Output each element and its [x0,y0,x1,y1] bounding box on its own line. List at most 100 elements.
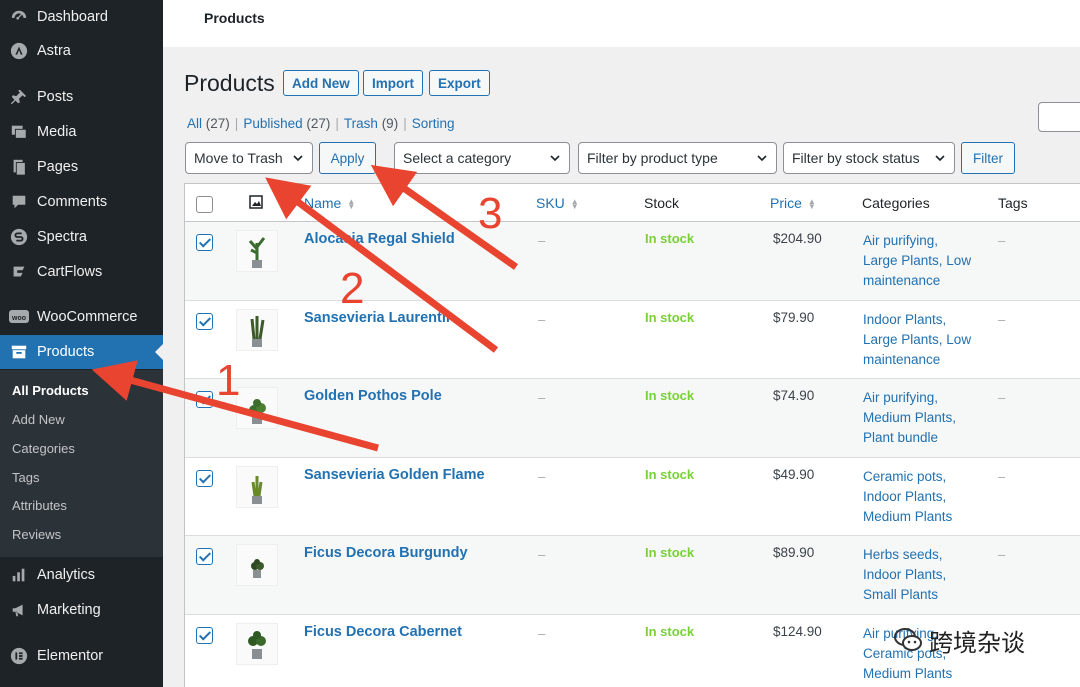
product-thumbnail[interactable] [236,465,278,508]
category-link[interactable]: Large Plants, Low [863,251,988,271]
filter-sorting-link[interactable]: Sorting [412,116,455,131]
sidebar-item-pages[interactable]: Pages [0,150,163,184]
column-header-name[interactable]: Name ▲ ▼ [304,195,355,211]
row-checkbox[interactable] [196,312,213,330]
search-input[interactable] [1038,102,1080,132]
sidebar-item-woocommerce[interactable]: woo WooCommerce [0,300,163,334]
sidebar-item-dashboard[interactable]: Dashboard [0,0,163,34]
product-thumbnail[interactable] [236,308,278,351]
product-type-select[interactable]: Filter by product type [578,142,777,174]
category-link[interactable]: Indoor Plants, [863,565,988,585]
row-checkbox[interactable] [196,234,213,251]
header-title: Products [204,10,265,26]
submenu-add-new[interactable]: Add New [12,412,65,427]
product-tags: – [998,547,1006,562]
sidebar-item-label: Astra [37,43,71,59]
stock-status-select[interactable]: Filter by stock status [783,142,955,174]
category-link[interactable]: Herbs seeds, [863,545,988,565]
sidebar-item-comments[interactable]: Comments [0,185,163,219]
sidebar-item-label: WooCommerce [37,309,138,325]
filter-published-link[interactable]: Published [243,116,302,131]
category-link[interactable]: maintenance [863,350,988,370]
category-link[interactable]: Air purifying, [863,388,988,408]
column-header-sku[interactable]: SKU ▲ ▼ [536,195,579,211]
row-checkbox[interactable] [196,626,213,644]
sidebar-item-label: Pages [37,159,79,175]
product-name-link[interactable]: Sansevieria Golden Flame [304,467,485,483]
category-link[interactable]: Ceramic pots, [863,467,988,487]
export-button[interactable]: Export [429,70,490,96]
sidebar-item-elementor[interactable]: Elementor [0,639,163,673]
sidebar-item-astra[interactable]: Astra [0,34,163,68]
category-link[interactable]: Medium Plants, [863,408,988,428]
column-sku-label: SKU [536,195,565,211]
product-categories: Indoor Plants, Large Plants, Low mainten… [863,310,988,370]
filter-trash-link[interactable]: Trash [344,116,378,131]
submenu-attributes[interactable]: Attributes [12,498,67,513]
page-title: Products [184,70,275,96]
submenu-tags[interactable]: Tags [12,470,39,485]
sidebar-item-analytics[interactable]: Analytics [0,558,163,592]
wechat-icon [894,628,922,651]
product-sku: – [538,390,546,405]
column-price-label: Price [770,195,802,211]
status-filter-links: All (27) | Published (27) | Trash (9) | Sortin… [187,116,454,131]
category-select[interactable]: Select a category [394,142,570,174]
filter-button[interactable]: Filter [961,142,1015,174]
stock-status: In stock [645,388,695,403]
row-checkbox[interactable] [196,469,213,487]
product-price: $89.90 [773,545,815,560]
category-link[interactable]: Indoor Plants, [863,487,988,507]
page-icon [9,157,29,177]
product-price: $124.90 [773,623,822,639]
sidebar-item-label: Media [37,124,77,140]
table-row: Golden Pothos Pole – In stock $74.90 Air… [185,379,1080,458]
sort-icon: ▲ ▼ [807,197,816,212]
sidebar-item-marketing[interactable]: Marketing [0,593,163,627]
column-header-price[interactable]: Price ▲ ▼ [770,195,816,211]
category-link[interactable]: maintenance [863,271,988,291]
product-name-link[interactable]: Sansevieria Laurentii [304,310,450,326]
product-thumbnail[interactable] [236,387,278,429]
woo-icon: woo [9,307,29,327]
stock-status-value: Filter by stock status [792,150,920,166]
import-button[interactable]: Import [363,70,423,96]
submenu-all-products[interactable]: All Products [12,383,89,398]
category-link[interactable]: Air purifying, [863,231,988,251]
category-link[interactable]: Small Plants [863,585,988,605]
sidebar-item-spectra[interactable]: Spectra [0,220,163,254]
category-link[interactable]: Plant bundle [863,428,988,448]
product-categories: Air purifying, Large Plants, Low mainten… [863,231,988,291]
select-all-checkbox[interactable] [196,196,213,213]
product-thumbnail[interactable] [236,230,278,272]
row-checkbox[interactable] [196,391,213,408]
category-link[interactable]: Large Plants, Low [863,330,988,350]
product-thumbnail[interactable] [236,622,278,665]
product-categories: Ceramic pots, Indoor Plants, Medium Plan… [863,467,988,527]
product-sku: – [538,311,546,327]
add-new-button[interactable]: Add New [283,70,359,96]
sidebar-item-cartflows[interactable]: CartFlows [0,255,163,289]
archive-icon [9,342,29,362]
product-thumbnail[interactable] [236,544,278,586]
product-name-link[interactable]: Alocasia Regal Shield [304,231,455,247]
submenu-reviews[interactable]: Reviews [12,527,61,542]
product-sku: – [538,233,546,248]
sidebar-item-media[interactable]: Media [0,115,163,149]
sidebar-item-products[interactable]: Products [0,335,163,369]
bulk-action-select[interactable]: Move to Trash [185,142,313,174]
chevron-down-icon [935,155,945,162]
product-name-link[interactable]: Ficus Decora Cabernet [304,624,462,640]
filter-all-link[interactable]: All [187,116,202,131]
column-header-stock: Stock [644,195,680,211]
apply-button[interactable]: Apply [319,142,376,174]
row-checkbox[interactable] [196,548,213,565]
sidebar-item-posts[interactable]: Posts [0,80,163,114]
product-name-link[interactable]: Ficus Decora Burgundy [304,545,468,561]
category-link[interactable]: Indoor Plants, [863,310,988,330]
megaphone-icon [9,600,29,620]
category-link[interactable]: Medium Plants [863,507,988,527]
category-link[interactable]: Medium Plants [863,664,988,684]
product-name-link[interactable]: Golden Pothos Pole [304,388,442,404]
submenu-categories[interactable]: Categories [12,441,75,456]
